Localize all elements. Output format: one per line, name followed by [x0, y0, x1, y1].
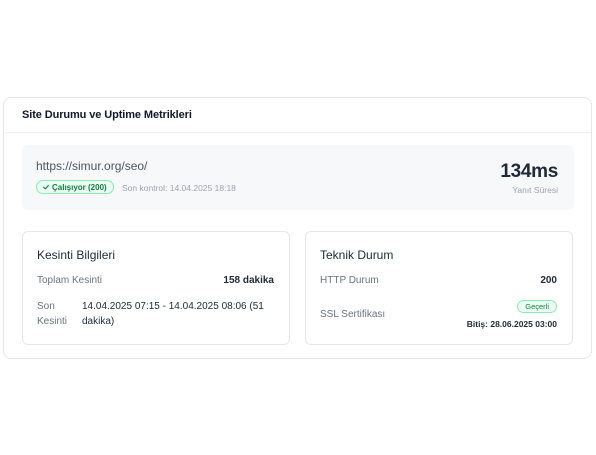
response-time-label: Yanıt Süresi [512, 185, 558, 195]
outage-title: Kesinti Bilgileri [37, 248, 116, 262]
status-badge-label: Çalışıyor (200) [52, 182, 107, 192]
site-url[interactable]: https://simur.org/seo/ [36, 159, 147, 173]
status-badge: Çalışıyor (200) [36, 180, 114, 194]
card-header: Site Durumu ve Uptime Metrikleri [4, 98, 591, 133]
total-outage-label: Toplam Kesinti [37, 275, 103, 286]
http-status-value: 200 [540, 275, 557, 286]
uptime-card: Site Durumu ve Uptime Metrikleri https:/… [3, 97, 592, 359]
last-outage-label: Son Kesinti [37, 301, 68, 327]
response-time-value: 134ms [500, 161, 558, 182]
ssl-expiry: Bitiş: 28.06.2025 03:00 [466, 319, 557, 329]
status-panel: https://simur.org/seo/ Çalışıyor (200) S… [22, 145, 574, 210]
ssl-status-badge: Geçerli [517, 300, 557, 313]
card-title: Site Durumu ve Uptime Metrikleri [22, 109, 192, 121]
last-check-time: Son kontrol: 14.04.2025 18:18 [122, 183, 236, 193]
ssl-label: SSL Sertifikası [320, 309, 386, 320]
last-outage-value: 14.04.2025 07:15 - 14.04.2025 08:06 (51 … [82, 301, 264, 327]
check-icon [43, 184, 49, 190]
outage-info-box: Kesinti Bilgileri Toplam Kesinti 158 dak… [22, 231, 290, 345]
technical-status-box: Teknik Durum HTTP Durum 200 SSL Sertifik… [305, 231, 573, 345]
total-outage-value: 158 dakika [223, 275, 274, 286]
http-status-label: HTTP Durum [320, 275, 379, 286]
technical-title: Teknik Durum [320, 248, 394, 262]
